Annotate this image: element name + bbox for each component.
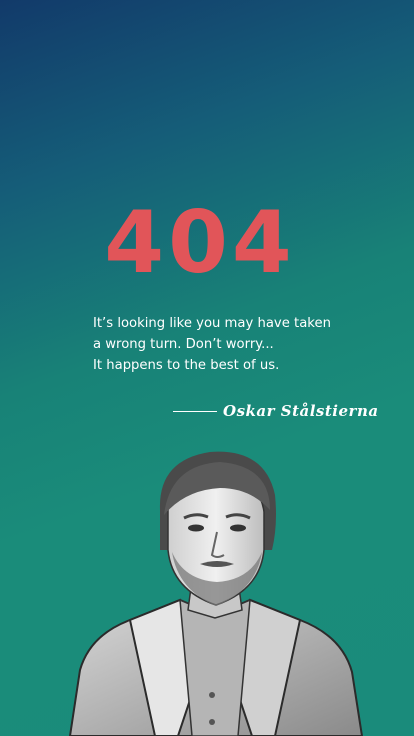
person-photo-icon <box>68 451 364 736</box>
error-message: It’s looking like you may have taken a w… <box>93 313 393 376</box>
signature-name: Oskar Stålstierna <box>223 402 379 420</box>
error-code: 404 <box>104 193 296 293</box>
message-line-2: a wrong turn. Don’t worry... <box>93 337 274 352</box>
signature-divider <box>173 410 217 412</box>
signature: Oskar Stålstierna <box>173 402 379 420</box>
message-line-1: It’s looking like you may have taken <box>93 316 331 331</box>
message-line-3: It happens to the best of us. <box>93 358 280 373</box>
